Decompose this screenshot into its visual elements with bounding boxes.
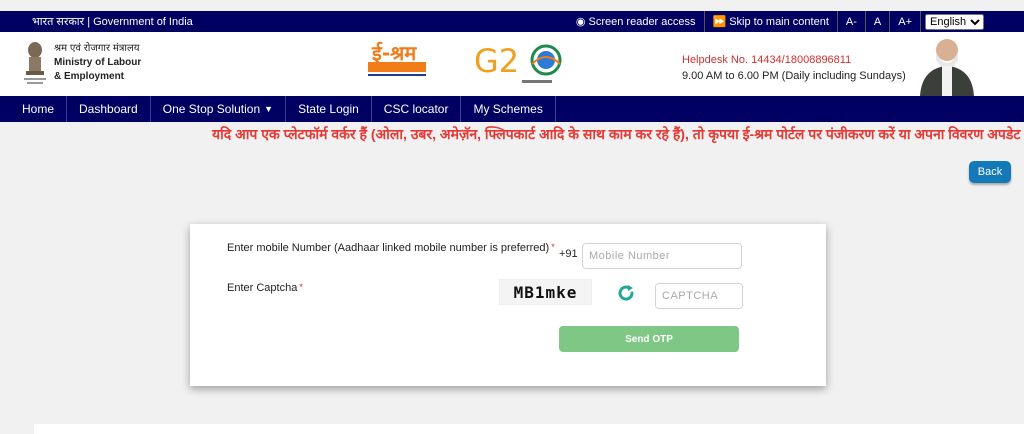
caret-down-icon: ▼ (264, 104, 274, 114)
font-normal-button[interactable]: A (866, 11, 891, 32)
captcha-label-text: Enter Captcha (227, 282, 298, 294)
send-otp-button[interactable]: Send OTP (559, 326, 739, 352)
otp-form-card: Enter mobile Number (Aadhaar linked mobi… (190, 224, 826, 386)
emblem-icon (24, 42, 46, 84)
ministry-name-english-1: Ministry of Labour (54, 57, 142, 68)
required-mark-captcha: * (299, 282, 303, 292)
nav-home[interactable]: Home (10, 96, 68, 122)
skip-main-label: Skip to main content (729, 15, 829, 28)
font-decrease-button[interactable]: A- (838, 11, 866, 32)
nav-one-stop-solution[interactable]: One Stop Solution ▼ (151, 96, 287, 122)
lower-content-card (34, 424, 1024, 434)
nav-state-login[interactable]: State Login (286, 96, 372, 122)
nav-one-stop-label: One Stop Solution (162, 102, 261, 116)
top-utility-bar: भारत सरकार | Government of India ◉ Scree… (0, 11, 1024, 32)
mobile-number-input[interactable] (582, 243, 742, 269)
mobile-label-text: Enter mobile Number (Aadhaar linked mobi… (227, 242, 550, 254)
eye-icon: ◉ (575, 16, 586, 28)
captcha-label: Enter Captcha * (227, 282, 303, 294)
nav-csc-locator[interactable]: CSC locator (372, 96, 462, 122)
announcement-ticker[interactable]: यदि आप एक प्लेटफॉर्म वर्कर हैं (ओला, उबर… (0, 122, 1024, 146)
ministry-name: श्रम एवं रोजगार मंत्रालय Ministry of Lab… (54, 42, 141, 84)
eshram-logo[interactable]: ई-श्रम (366, 40, 428, 82)
font-increase-button[interactable]: A+ (890, 11, 921, 32)
captcha-input[interactable] (655, 283, 743, 309)
language-select[interactable]: English (925, 13, 984, 30)
accessibility-bar: ◉ Screen reader access ⏩ Skip to main co… (568, 11, 984, 32)
svg-text:G2: G2 (474, 42, 519, 80)
g20-logo: G2 (474, 42, 562, 83)
skip-icon: ⏩ (712, 16, 727, 28)
nav-my-schemes[interactable]: My Schemes (461, 96, 556, 122)
skip-to-main-link[interactable]: ⏩ Skip to main content (705, 11, 838, 32)
ministry-name-hindi: श्रम एवं रोजगार मंत्रालय (54, 43, 140, 54)
pm-portrait (912, 34, 982, 96)
refresh-icon[interactable] (617, 284, 635, 302)
back-button[interactable]: Back (969, 161, 1011, 183)
ministry-name-english-2: & Employment (54, 71, 125, 82)
svg-text:ई-श्रम: ई-श्रम (371, 41, 417, 65)
captcha-image: MB1mke (499, 279, 592, 305)
government-label: भारत सरकार | Government of India (32, 16, 193, 28)
screen-reader-link[interactable]: ◉ Screen reader access (568, 11, 705, 32)
helpdesk-hours: 9.00 AM to 6.00 PM (Daily including Sund… (682, 70, 906, 82)
helpdesk-number: Helpdesk No. 14434/18008896811 (682, 54, 852, 66)
helpdesk-info: Helpdesk No. 14434/18008896811 9.00 AM t… (682, 52, 906, 84)
main-navbar: Home Dashboard One Stop Solution ▼ State… (0, 96, 1024, 122)
site-header: श्रम एवं रोजगार मंत्रालय Ministry of Lab… (0, 32, 1024, 96)
mobile-label: Enter mobile Number (Aadhaar linked mobi… (227, 242, 555, 254)
screen-reader-label: Screen reader access (588, 15, 696, 28)
nav-dashboard[interactable]: Dashboard (67, 96, 151, 122)
required-mark: * (551, 242, 555, 252)
country-code: +91 (559, 248, 578, 260)
